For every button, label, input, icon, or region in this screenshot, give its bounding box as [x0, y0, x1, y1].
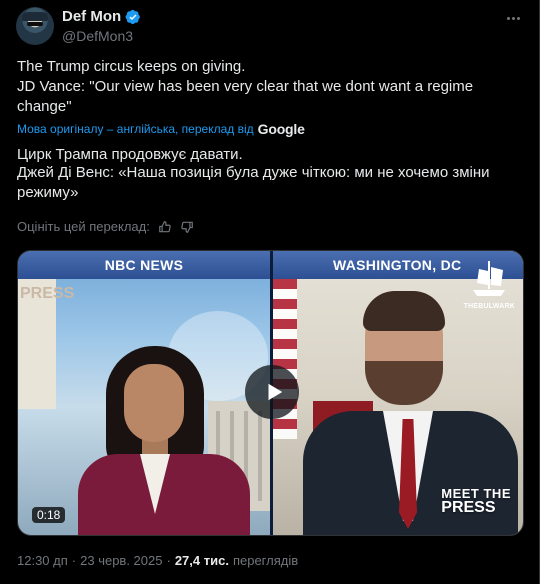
play-icon — [268, 383, 282, 401]
rate-translation-row: Оцініть цей переклад: — [17, 219, 194, 234]
thumbs-down-icon[interactable] — [180, 220, 194, 234]
news-anchor — [78, 346, 258, 535]
translated-text-line2: Джей Ді Венс: «Наша позиція була дуже чі… — [17, 164, 490, 201]
post-time[interactable]: 12:30 дп — [17, 553, 68, 568]
video-player[interactable]: PRESS NBC NEWS WASHINGTON, DC THEBULWARK… — [17, 250, 524, 536]
google-logo: Google — [257, 121, 305, 137]
author-display-name[interactable]: Def Mon — [62, 8, 121, 25]
post-date[interactable]: 23 черв. 2025 — [80, 553, 162, 568]
video-duration: 0:18 — [32, 507, 66, 523]
avatar-glasses — [27, 22, 43, 26]
tweet: Def Mon @DefMon3 The Trump circus keeps … — [0, 0, 540, 584]
play-button[interactable] — [245, 365, 299, 419]
press-sign: PRESS — [18, 279, 74, 409]
translated-text-line1: Цирк Трампа продовжує давати. — [17, 146, 243, 163]
ship-logo-icon — [473, 261, 505, 296]
avatar[interactable] — [16, 7, 54, 45]
translation-note[interactable]: Мова оригіналу – англійська, переклад ві… — [17, 122, 254, 136]
press-sign-text: PRESS — [20, 285, 75, 302]
nbc-news-banner: NBC NEWS — [18, 251, 270, 279]
post-meta: 12:30 дп · 23 черв. 2025 · 27,4 тис. пер… — [17, 553, 298, 568]
meet-the-press-logo: MEET THE PRESS — [441, 487, 511, 516]
video-left-pane: PRESS — [18, 251, 270, 535]
view-count: 27,4 тис. — [174, 553, 229, 568]
verified-badge-icon — [125, 9, 141, 24]
rate-translation-label: Оцініть цей переклад: — [17, 219, 150, 234]
more-horizontal-icon[interactable] — [503, 8, 523, 28]
watermark-text: THEBULWARK — [463, 303, 515, 310]
meet-the-press-logo-line2: PRESS — [441, 499, 496, 516]
meta-separator: · — [71, 553, 77, 568]
post-text-line2: JD Vance: "Our view has been very clear … — [17, 78, 474, 115]
avatar-hat — [22, 12, 48, 21]
thumbs-up-icon[interactable] — [158, 220, 172, 234]
post-text-line1: The Trump circus keeps on giving. — [17, 58, 246, 75]
view-count-label: переглядів — [232, 553, 299, 568]
translation-attribution[interactable]: Мова оригіналу – англійська, переклад ві… — [17, 121, 305, 137]
author-handle[interactable]: @DefMon3 — [62, 28, 133, 44]
author-name-row: Def Mon — [62, 8, 141, 25]
meta-separator: · — [166, 553, 171, 568]
